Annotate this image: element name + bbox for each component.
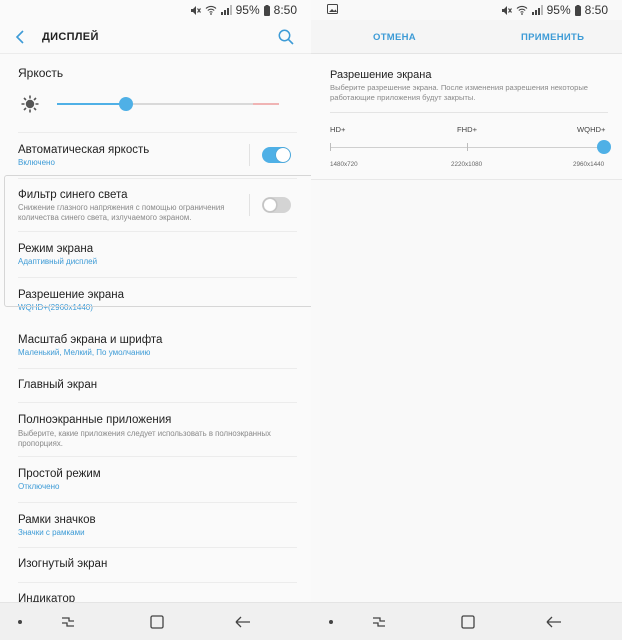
- blue-light-filter-title: Фильтр синего света: [18, 189, 128, 201]
- screen-mode-row[interactable]: Режим экрана Адаптивный дисплей: [0, 232, 297, 277]
- home-icon[interactable]: [460, 614, 476, 630]
- screen-zoom-font-title: Масштаб экрана и шрифта: [18, 334, 163, 346]
- navigation-bar: [311, 602, 622, 640]
- icon-frames-title: Рамки значков: [18, 514, 96, 526]
- page-title: ДИСПЛЕЙ: [42, 31, 99, 43]
- mute-icon: [190, 5, 201, 15]
- option-wqhd-label[interactable]: WQHD+: [577, 125, 605, 134]
- edge-screen-row[interactable]: Изогнутый экран: [0, 548, 297, 582]
- resolution-slider[interactable]: [330, 140, 611, 154]
- resolution-slider-thumb[interactable]: [597, 140, 611, 154]
- brightness-slider-fill: [57, 103, 126, 105]
- fullscreen-apps-description: Выберите, какие приложения следует испол…: [18, 429, 271, 448]
- display-settings-screen: 95% 8:50 ДИСПЛЕЙ Яркость Автоматическая …: [0, 0, 311, 640]
- signal-icon: [531, 5, 543, 15]
- blue-light-filter-row[interactable]: Фильтр синего света Снижение глазного на…: [0, 179, 297, 231]
- auto-brightness-title: Автоматическая яркость: [18, 144, 150, 156]
- status-icons: 95% 8:50: [501, 3, 608, 17]
- recent-apps-icon[interactable]: [371, 614, 387, 630]
- indicator-row[interactable]: Индикатор: [0, 583, 297, 605]
- auto-brightness-toggle[interactable]: [262, 147, 291, 163]
- signal-icon: [220, 5, 232, 15]
- divider: [330, 112, 608, 113]
- resolution-title: Разрешение экрана: [330, 69, 432, 81]
- brightness-slider-thumb[interactable]: [118, 97, 133, 111]
- recent-apps-icon[interactable]: [60, 614, 76, 630]
- icon-frames-value: Значки с рамками: [18, 528, 85, 537]
- app-bar: ДИСПЛЕЙ: [0, 20, 311, 54]
- home-screen-title: Главный экран: [18, 379, 98, 391]
- resolution-card: Разрешение экрана Выберите разрешение эк…: [311, 54, 622, 180]
- gallery-icon: [327, 4, 338, 14]
- screen-resolution-title: Разрешение экрана: [18, 289, 125, 301]
- edge-screen-title: Изогнутый экран: [18, 558, 108, 570]
- brightness-slider[interactable]: [57, 97, 279, 111]
- screen-zoom-font-row[interactable]: Масштаб экрана и шрифта Маленький, Мелки…: [0, 323, 297, 368]
- screen-mode-value: Адаптивный дисплей: [18, 257, 98, 266]
- resolution-screen: 95% 8:50 ОТМЕНА ПРИМЕНИТЬ Разрешение экр…: [311, 0, 622, 640]
- search-icon[interactable]: [277, 28, 295, 46]
- auto-brightness-row[interactable]: Автоматическая яркость Включено: [0, 133, 297, 178]
- home-screen-row[interactable]: Главный экран: [0, 369, 297, 402]
- option-fhd-label[interactable]: FHD+: [457, 125, 477, 134]
- toggle-separator: [249, 194, 250, 216]
- mute-icon: [501, 5, 512, 15]
- status-bar: 95% 8:50: [0, 0, 311, 20]
- action-bar: ОТМЕНА ПРИМЕНИТЬ: [311, 20, 622, 54]
- fullscreen-apps-title: Полноэкранные приложения: [18, 414, 172, 426]
- screen-mode-title: Режим экрана: [18, 243, 94, 255]
- battery-icon: [263, 4, 270, 16]
- fullscreen-apps-row[interactable]: Полноэкранные приложения Выберите, какие…: [0, 403, 297, 456]
- toggle-separator: [249, 144, 250, 166]
- battery-icon: [574, 4, 581, 16]
- status-bar: 95% 8:50: [311, 0, 622, 20]
- slider-tick: [330, 143, 331, 151]
- screen-resolution-value: WQHD+(2960x1440): [18, 303, 93, 312]
- resolution-description: Выберите разрешение экрана. После измене…: [330, 83, 589, 102]
- easy-mode-value: Отключено: [18, 482, 60, 491]
- icon-frames-row[interactable]: Рамки значков Значки с рамками: [0, 503, 297, 547]
- blue-light-filter-toggle[interactable]: [262, 197, 291, 213]
- screen-zoom-font-value: Маленький, Мелкий, По умолчанию: [18, 348, 151, 357]
- back-icon[interactable]: [545, 614, 563, 630]
- home-icon[interactable]: [149, 614, 165, 630]
- easy-mode-title: Простой режим: [18, 468, 101, 480]
- option-hd-value: 1480x720: [330, 161, 358, 168]
- navigation-bar: [0, 602, 311, 640]
- auto-brightness-status: Включено: [18, 158, 55, 167]
- nav-dot-icon[interactable]: [18, 620, 22, 624]
- option-hd-label[interactable]: HD+: [330, 125, 345, 134]
- status-icons: 95% 8:50: [190, 3, 297, 17]
- clock: 8:50: [273, 3, 297, 17]
- clock: 8:50: [584, 3, 608, 17]
- apply-button[interactable]: ПРИМЕНИТЬ: [521, 32, 584, 43]
- brightness-icon: [21, 95, 39, 113]
- slider-tick: [467, 143, 468, 151]
- toggle-knob: [276, 148, 290, 162]
- toggle-knob: [263, 198, 277, 212]
- option-wqhd-value: 2960x1440: [573, 161, 605, 168]
- option-fhd-value: 2220x1080: [451, 161, 483, 168]
- easy-mode-row[interactable]: Простой режим Отключено: [0, 457, 297, 502]
- battery-percent: 95%: [546, 3, 571, 17]
- back-icon[interactable]: [234, 614, 252, 630]
- brightness-title: Яркость: [18, 66, 64, 80]
- nav-dot-icon[interactable]: [329, 620, 333, 624]
- battery-percent: 95%: [235, 3, 260, 17]
- blue-light-filter-description: Снижение глазного напряжения с помощью о…: [18, 203, 225, 222]
- brightness-slider-high-zone: [253, 103, 279, 105]
- cancel-button[interactable]: ОТМЕНА: [373, 32, 416, 43]
- wifi-icon: [205, 5, 217, 15]
- back-arrow-icon[interactable]: [12, 28, 30, 46]
- screen-resolution-row[interactable]: Разрешение экрана WQHD+(2960x1440): [0, 278, 297, 323]
- wifi-icon: [516, 5, 528, 15]
